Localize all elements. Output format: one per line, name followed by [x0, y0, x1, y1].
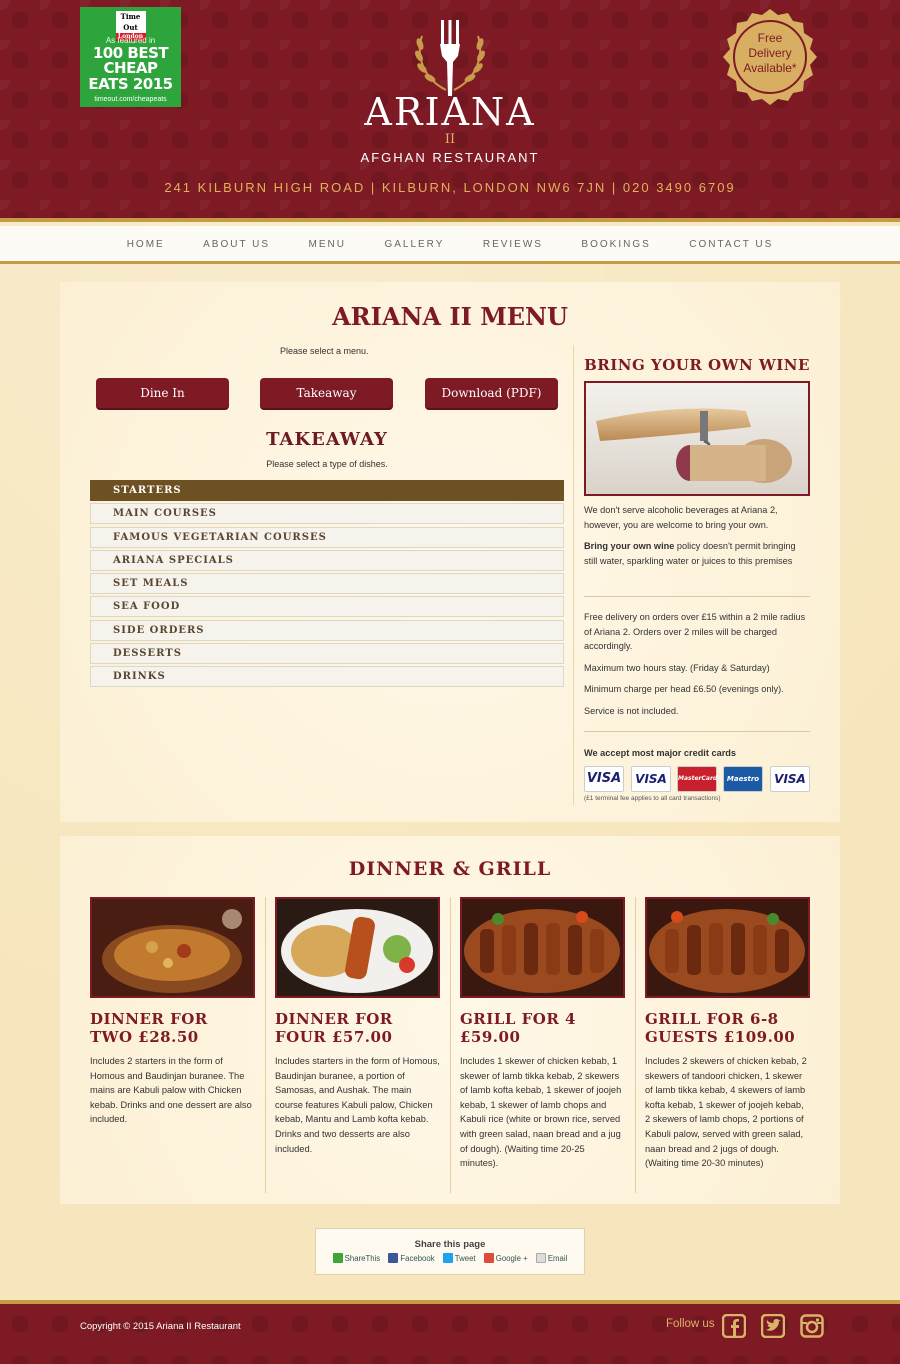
seal-line-2: Delivery	[748, 46, 792, 60]
service-info: Service is not included.	[584, 706, 679, 716]
byow-paragraph-1: We don't serve alcoholic beverages at Ar…	[584, 505, 778, 530]
takeaway-heading: TAKEAWAY	[266, 429, 388, 450]
visa-card-icon: VISA	[584, 766, 624, 792]
follow-us-label: Follow us	[666, 1318, 715, 1330]
takeaway-button[interactable]: Takeaway	[260, 378, 393, 408]
site-header: Time Out London As featured in 100 BEST …	[0, 0, 900, 222]
dish-description: Includes 2 skewers of chicken kebab, 2 s…	[645, 1056, 807, 1169]
email-icon	[535, 1253, 546, 1263]
byow-paragraph-2: Bring your own wine policy doesn't permi…	[584, 539, 810, 568]
column-divider	[573, 345, 574, 805]
nav-reviews[interactable]: REVIEWS	[483, 226, 543, 264]
facebook-share-link[interactable]: Facebook	[388, 1253, 435, 1263]
google-plus-link[interactable]: Google +	[483, 1253, 528, 1263]
cards-heading: We accept most major credit cards	[584, 748, 736, 758]
dish-card: DINNER FOR TWO £28.50 Includes 2 starter…	[90, 897, 255, 1127]
dish-name: DINNER FOR TWO £28.50	[90, 1010, 208, 1046]
sidebar-divider-1	[584, 596, 810, 597]
dish-name: DINNER FOR FOUR £57.00	[275, 1010, 393, 1046]
sidebar-divider-2	[584, 731, 810, 732]
dish-type-note: Please select a type of dishes.	[266, 459, 388, 469]
nav-menu[interactable]: MENU	[309, 226, 346, 264]
mastercard-icon: MasterCard	[677, 766, 717, 792]
nav-about-us[interactable]: ABOUT US	[203, 226, 270, 264]
dinner-grill-heading: DINNER & GRILL	[348, 858, 552, 880]
card-fee-note: (£1 terminal fee applies to all card tra…	[584, 795, 721, 802]
category-starters[interactable]: STARTERS	[90, 480, 564, 501]
dish-divider	[265, 897, 266, 1193]
fork-wreath-logo-icon	[415, 20, 485, 96]
visa-electron-card-icon: VISA	[770, 766, 810, 792]
page-title: ARIANA II MENU	[332, 302, 568, 331]
category-ariana-specials[interactable]: ARIANA SPECIALS	[90, 549, 564, 571]
category-set-meals[interactable]: SET MEALS	[90, 573, 564, 595]
nav-gallery[interactable]: GALLERY	[384, 226, 444, 264]
corkscrew-image	[584, 381, 810, 496]
dine-in-button[interactable]: Dine In	[96, 378, 229, 408]
share-title: Share this page	[414, 1239, 486, 1250]
seal-line-3: Available*	[743, 61, 797, 75]
dish-divider	[450, 897, 451, 1193]
copyright-text: Copyright © 2015 Ariana II Restaurant	[80, 1321, 241, 1332]
byow-bold-text: Bring your own wine	[584, 541, 675, 551]
instagram-icon[interactable]	[800, 1314, 824, 1338]
dish-card: DINNER FOR FOUR £57.00 Includes starters…	[275, 897, 440, 1156]
byow-heading: BRING YOUR OWN WINE	[584, 356, 810, 374]
category-side-orders[interactable]: SIDE ORDERS	[90, 619, 564, 641]
select-menu-note: Please select a menu.	[280, 346, 369, 356]
nav-home[interactable]: HOME	[127, 226, 165, 264]
dish-name: GRILL FOR 4 £59.00	[460, 1010, 576, 1046]
site-footer: Copyright © 2015 Ariana II Restaurant Fo…	[0, 1300, 900, 1364]
main-nav: HOME ABOUT US MENU GALLERY REVIEWS BOOKI…	[0, 226, 900, 264]
category-drinks[interactable]: DRINKS	[90, 666, 564, 688]
dish-card: GRILL FOR 4 £59.00 Includes 1 skewer of …	[460, 897, 625, 1171]
share-box: Share this page ShareThis Facebook Tweet…	[315, 1228, 585, 1275]
category-list: STARTERS MAIN COURSES FAMOUS VEGETARIAN …	[90, 480, 564, 690]
grill-for-4-image	[460, 897, 625, 998]
timeout-headline-1: 100 BEST CHEAP	[92, 44, 169, 77]
restaurant-numeral: II	[444, 132, 456, 147]
credit-cards: VISA VISA MasterCard Maestro VISA	[584, 766, 810, 794]
facebook-icon	[388, 1253, 399, 1263]
dish-description: Includes starters in the form of Homous,…	[275, 1056, 440, 1154]
dinner-for-four-image	[275, 897, 440, 998]
dish-card: GRILL FOR 6-8 GUESTS £109.00 Includes 2 …	[645, 897, 810, 1171]
sharethis-icon	[332, 1253, 343, 1263]
address-bar: 241 KILBURN HIGH ROAD | KILBURN, LONDON …	[164, 180, 736, 195]
dish-description: Includes 2 starters in the form of Homou…	[90, 1056, 252, 1125]
download-pdf-button[interactable]: Download (PDF)	[425, 378, 558, 408]
category-vegetarian[interactable]: FAMOUS VEGETARIAN COURSES	[90, 526, 564, 548]
category-sea-food[interactable]: SEA FOOD	[90, 596, 564, 618]
dish-description: Includes 1 skewer of chicken kebab, 1 sk…	[460, 1056, 622, 1169]
timeout-logo: Time Out London	[115, 11, 146, 41]
tweet-link[interactable]: Tweet	[442, 1253, 476, 1263]
dinner-for-two-image	[90, 897, 255, 998]
email-share-link[interactable]: Email	[535, 1253, 567, 1263]
nav-bookings[interactable]: BOOKINGS	[581, 226, 650, 264]
nav-contact-us[interactable]: CONTACT US	[689, 226, 773, 264]
twitter-icon[interactable]	[761, 1314, 785, 1338]
maestro-card-icon: Maestro	[723, 766, 763, 792]
twitter-icon	[442, 1253, 453, 1263]
min-charge-info: Minimum charge per head £6.50 (evenings …	[584, 684, 784, 694]
dish-divider	[635, 897, 636, 1193]
max-stay-info: Maximum two hours stay. (Friday & Saturd…	[584, 663, 770, 673]
google-plus-icon	[483, 1253, 494, 1263]
facebook-icon[interactable]	[722, 1314, 746, 1338]
delivery-info: Free delivery on orders over £15 within …	[584, 612, 806, 651]
dish-name: GRILL FOR 6-8 GUESTS £109.00	[645, 1010, 796, 1046]
free-delivery-seal: Free Delivery Available*	[720, 7, 820, 107]
seal-line-1: Free	[757, 31, 783, 45]
visa-debit-card-icon: VISA	[631, 766, 671, 792]
category-main-courses[interactable]: MAIN COURSES	[90, 503, 564, 525]
grill-for-6-8-image	[645, 897, 810, 998]
sharethis-link[interactable]: ShareThis	[332, 1253, 380, 1263]
restaurant-subtitle: AFGHAN RESTAURANT	[360, 150, 540, 165]
category-desserts[interactable]: DESSERTS	[90, 643, 564, 665]
